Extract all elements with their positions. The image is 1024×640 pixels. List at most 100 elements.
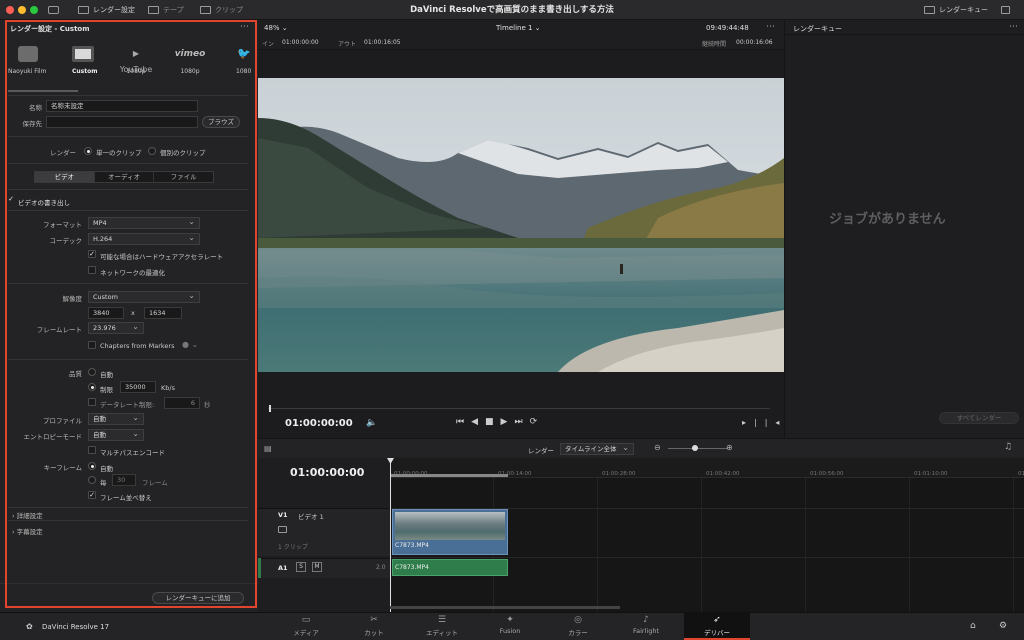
nav-color[interactable]: ◎ カラー xyxy=(548,612,608,640)
datarate-field[interactable]: 6 xyxy=(164,397,200,409)
close-window-button[interactable] xyxy=(6,6,14,14)
multipass-checkbox[interactable] xyxy=(88,446,96,454)
ruler-tick: 01:00:14:00 xyxy=(498,471,532,477)
network-opt-checkbox[interactable] xyxy=(88,266,96,274)
audio-meter-icon[interactable]: ♫ xyxy=(1004,442,1012,452)
render-queue-icon xyxy=(924,6,935,14)
quality-auto-radio[interactable] xyxy=(88,368,96,376)
ruler-tick: 01:01:10:00 xyxy=(914,471,948,477)
tab-file[interactable]: ファイル xyxy=(153,172,213,182)
bitrate-field[interactable]: 35000 xyxy=(120,381,156,393)
loop-icon[interactable]: ⟳ xyxy=(530,417,545,427)
zoom-out-icon[interactable]: ⊖ xyxy=(654,443,661,452)
stop-icon[interactable]: ■ xyxy=(485,417,501,427)
nav-fusion[interactable]: ✦ Fusion xyxy=(480,612,540,640)
preset-scrollbar[interactable] xyxy=(8,90,78,92)
datarate-limit-checkbox[interactable] xyxy=(88,398,96,406)
clip-toggle[interactable]: クリップ xyxy=(200,0,243,20)
edit-icon: ☰ xyxy=(437,615,447,625)
quality-limit-radio[interactable] xyxy=(88,383,96,391)
go-to-start-icon[interactable]: ⏮ xyxy=(456,417,471,427)
single-clip-radio[interactable] xyxy=(84,147,92,155)
nav-media[interactable]: ▭ メディア xyxy=(276,612,336,640)
add-to-render-queue-button[interactable]: レンダーキューに追加 xyxy=(152,592,244,604)
title-bar: レンダー設定 テープ クリップ DaVinci Resolveで高画質のまま書き… xyxy=(0,0,1024,20)
settings-gear-icon[interactable]: ⚙ xyxy=(999,621,1007,631)
subtitles-settings-toggle[interactable]: › 字幕設定 xyxy=(12,526,43,536)
render-queue-toggle[interactable]: レンダーキュー xyxy=(924,0,988,20)
scrubber-track[interactable] xyxy=(268,408,770,409)
nav-deliver[interactable]: ➶ デリバー xyxy=(684,612,750,640)
filename-field[interactable]: 名称未設定 xyxy=(46,100,198,112)
export-video-checkbox[interactable]: ✓ xyxy=(7,196,15,204)
preset-custom[interactable]: Custom xyxy=(72,46,98,75)
tab-audio[interactable]: オーディオ xyxy=(93,172,154,182)
advanced-settings-toggle[interactable]: › 詳細設定 xyxy=(12,510,43,520)
nav-edit[interactable]: ☰ エディット xyxy=(412,612,472,640)
profile-dropdown[interactable]: 自動 xyxy=(88,412,144,425)
render-settings-toggle[interactable]: レンダー設定 xyxy=(78,0,135,20)
video-clip[interactable]: C7873.MP4 xyxy=(392,509,508,555)
browse-button[interactable]: ブラウズ xyxy=(202,116,240,128)
render-queue-panel: レンダーキュー ⋯ ジョブがありません すべてレンダー xyxy=(784,20,1024,438)
framerate-dropdown[interactable]: 23.976 xyxy=(88,321,144,334)
keyframe-field[interactable]: 30 xyxy=(112,474,136,486)
home-icon[interactable]: ⌂ xyxy=(970,621,976,631)
expand-icon[interactable] xyxy=(1001,0,1010,20)
format-dropdown[interactable]: MP4 xyxy=(88,216,200,229)
empty-queue-text: ジョブがありません xyxy=(829,212,946,227)
keyframe-every-radio[interactable] xyxy=(88,476,96,484)
timeline-scrollbar[interactable] xyxy=(390,606,620,609)
timeline-toolbar: ▤ レンダー タイムライン全体 ⊖ ⊕ ♫ xyxy=(258,438,1024,458)
zoom-slider[interactable] xyxy=(668,448,728,449)
scrubber-playhead[interactable] xyxy=(269,405,271,412)
monitor-icon[interactable] xyxy=(48,0,59,20)
tab-video[interactable]: ビデオ xyxy=(35,172,94,182)
preset-naoyuki-film[interactable]: Naoyuki Film xyxy=(8,46,46,75)
preset-vimeo[interactable]: vimeo 1080p xyxy=(172,46,208,75)
zoom-slider-handle[interactable] xyxy=(692,445,698,451)
nav-cut[interactable]: ✂ カット xyxy=(344,612,404,640)
timeline-view-icon[interactable]: ▤ xyxy=(264,444,272,453)
timeline-timecode: 01:00:00:00 xyxy=(290,466,365,479)
resolution-dropdown[interactable]: Custom xyxy=(88,290,200,303)
entropy-dropdown[interactable]: 自動 xyxy=(88,428,144,441)
chapters-color-icon[interactable]: ● ⌄ xyxy=(182,340,198,349)
mark-in-icon[interactable]: ▸| xyxy=(742,418,765,427)
render-settings-icon xyxy=(78,6,89,14)
viewer-timecode: 09:49:44:48 xyxy=(706,24,749,32)
zoom-dropdown[interactable]: 48% ⌄ xyxy=(264,24,288,32)
reverse-play-icon[interactable]: ◀ xyxy=(471,417,485,427)
maximize-window-button[interactable] xyxy=(30,6,38,14)
more-options-icon[interactable]: ⋯ xyxy=(240,22,249,32)
frame-reorder-checkbox[interactable]: ✓ xyxy=(88,491,96,499)
a1-mute-button[interactable]: M xyxy=(312,562,322,572)
timeline-playhead[interactable] xyxy=(390,458,391,612)
preset-twitter[interactable]: 🐦 1080 xyxy=(232,46,254,75)
chapters-checkbox[interactable] xyxy=(88,341,96,349)
minimize-window-button[interactable] xyxy=(18,6,26,14)
nav-fairlight[interactable]: ♪ Fairlight xyxy=(616,612,676,640)
volume-icon[interactable]: 🔈 xyxy=(366,418,377,428)
render-range-dropdown[interactable]: タイムライン全体 xyxy=(560,442,634,455)
go-to-end-icon[interactable]: ⏭ xyxy=(514,417,529,427)
play-icon[interactable]: ▶ xyxy=(501,417,515,427)
render-queue-options-icon[interactable]: ⋯ xyxy=(1009,22,1018,32)
render-queue-title: レンダーキュー xyxy=(793,25,842,33)
location-field[interactable] xyxy=(46,116,198,128)
audio-clip[interactable]: C7873.MP4 xyxy=(392,559,508,576)
keyframe-auto-radio[interactable] xyxy=(88,462,96,470)
v1-track-icon[interactable] xyxy=(278,526,287,533)
width-field[interactable]: 3840 xyxy=(88,307,124,319)
individual-clips-radio[interactable] xyxy=(148,147,156,155)
codec-dropdown[interactable]: H.264 xyxy=(88,232,200,245)
height-field[interactable]: 1634 xyxy=(144,307,182,319)
hw-accel-checkbox[interactable]: ✓ xyxy=(88,250,96,258)
timeline-selector[interactable]: Timeline 1 ⌄ xyxy=(496,24,541,32)
render-all-button[interactable]: すべてレンダー xyxy=(939,412,1019,424)
preset-youtube[interactable]: ▶ YouTube 1080p xyxy=(118,46,154,75)
a1-solo-button[interactable]: S xyxy=(296,562,306,572)
viewer-options-icon[interactable]: ⋯ xyxy=(766,22,775,32)
tape-toggle[interactable]: テープ xyxy=(148,0,184,20)
zoom-in-icon[interactable]: ⊕ xyxy=(726,443,733,452)
